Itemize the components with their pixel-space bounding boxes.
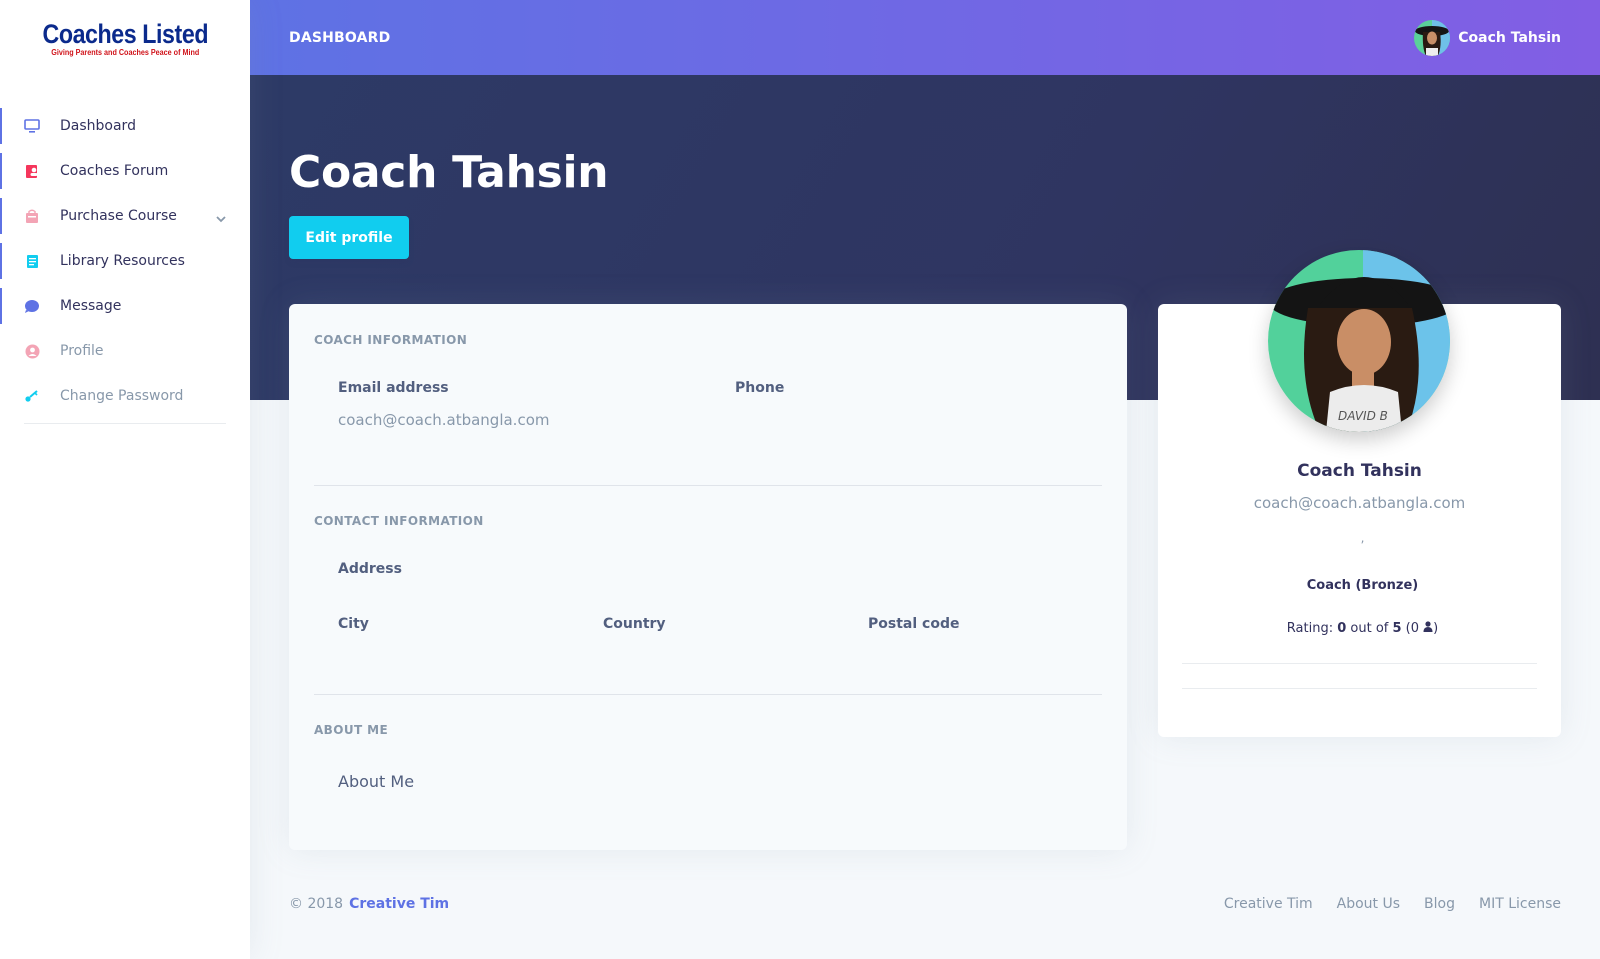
key-icon — [24, 388, 40, 404]
sidebar-item-label: Library Resources — [60, 253, 185, 269]
footer-link-blog[interactable]: Blog — [1424, 896, 1455, 912]
copyright-text: © 2018 — [289, 896, 344, 912]
sidebar-item-label: Coaches Forum — [60, 163, 169, 179]
profile-rating: Rating: 0 out of 5 (0 ) — [1158, 621, 1567, 636]
page-title: Coach Tahsin — [289, 147, 609, 198]
section-heading-about-me: ABOUT ME — [314, 723, 389, 737]
address-label: Address — [338, 561, 402, 577]
sidebar-item-message[interactable]: Message — [0, 288, 250, 324]
profile-info-card: COACH INFORMATION Email address coach@co… — [289, 304, 1127, 850]
tv-icon — [24, 118, 40, 134]
email-label: Email address — [338, 380, 449, 396]
footer-link-creative-tim[interactable]: Creative Tim — [1224, 896, 1313, 912]
rating-close: ) — [1433, 621, 1439, 636]
sidebar-nav: Dashboard Coaches Forum Purchase Course … — [0, 108, 250, 424]
profile-location: , — [1360, 531, 1365, 545]
sidebar-item-label: Message — [60, 298, 122, 314]
city-label: City — [338, 616, 369, 632]
section-heading-coach-information: COACH INFORMATION — [314, 333, 468, 347]
user-icon — [1423, 621, 1433, 636]
user-menu[interactable]: Coach Tahsin — [1414, 19, 1561, 56]
sidebar: Coaches Listed Giving Parents and Coache… — [0, 0, 250, 959]
about-me-value: About Me — [338, 772, 415, 791]
sidebar-item-profile[interactable]: Profile — [0, 333, 250, 369]
user-circle-icon — [24, 343, 40, 359]
brand-tagline: Giving Parents and Coaches Peace of Mind — [50, 48, 200, 57]
brand-title: Coaches Listed — [42, 19, 208, 49]
edit-profile-button[interactable]: Edit profile — [289, 216, 409, 259]
rating-value: 0 — [1337, 621, 1347, 636]
sidebar-divider — [24, 423, 226, 424]
top-navbar: DASHBOARD Coach Tahsin — [250, 0, 1600, 75]
profile-role: Coach (Bronze) — [1306, 578, 1419, 593]
sidebar-item-purchase-course[interactable]: Purchase Course — [0, 198, 250, 234]
bag-icon — [24, 208, 40, 224]
user-name: Coach Tahsin — [1458, 29, 1561, 46]
rating-mid: out of — [1346, 621, 1393, 636]
section-divider — [314, 694, 1102, 695]
sidebar-item-label: Purchase Course — [60, 208, 177, 224]
phone-label: Phone — [735, 380, 785, 396]
profile-name: Coach Tahsin — [1297, 461, 1422, 481]
navbar-title-link[interactable]: DASHBOARD — [289, 30, 391, 46]
footer-brand-link[interactable]: Creative Tim — [349, 896, 449, 912]
sidebar-item-coaches-forum[interactable]: Coaches Forum — [0, 153, 250, 189]
footer-link-about-us[interactable]: About Us — [1337, 896, 1400, 912]
svg-text:DAVID B: DAVID B — [1338, 409, 1388, 423]
section-divider — [314, 485, 1102, 486]
sidebar-item-label: Profile — [60, 343, 104, 359]
email-value: coach@coach.atbangla.com — [338, 411, 550, 429]
sidebar-item-label: Change Password — [60, 388, 184, 404]
footer-nav: Creative Tim About Us Blog MIT License — [1224, 896, 1561, 912]
chevron-down-icon[interactable] — [216, 208, 226, 227]
profile-email: coach@coach.atbangla.com — [1253, 494, 1466, 512]
sidebar-item-change-password[interactable]: Change Password — [0, 378, 250, 414]
sidebar-item-library-resources[interactable]: Library Resources — [0, 243, 250, 279]
footer-link-mit-license[interactable]: MIT License — [1479, 896, 1561, 912]
sidebar-item-label: Dashboard — [60, 118, 136, 134]
country-label: Country — [603, 616, 666, 632]
rating-open: (0 — [1401, 621, 1424, 636]
brand-logo[interactable]: Coaches Listed Giving Parents and Coache… — [0, 0, 250, 74]
rating-max: 5 — [1392, 621, 1402, 636]
sidebar-item-dashboard[interactable]: Dashboard — [0, 108, 250, 144]
profile-divider — [1182, 663, 1537, 664]
profile-avatar[interactable]: DAVID B — [1268, 250, 1450, 432]
chat-bubble-icon — [24, 298, 40, 314]
rating-prefix: Rating: — [1286, 621, 1338, 636]
section-heading-contact-information: CONTACT INFORMATION — [314, 514, 484, 528]
profile-divider — [1182, 688, 1537, 689]
forum-icon — [24, 163, 40, 179]
postal-code-label: Postal code — [868, 616, 960, 632]
book-icon — [24, 253, 40, 269]
copyright: © 2018 Creative Tim — [289, 896, 449, 912]
avatar — [1414, 19, 1451, 56]
